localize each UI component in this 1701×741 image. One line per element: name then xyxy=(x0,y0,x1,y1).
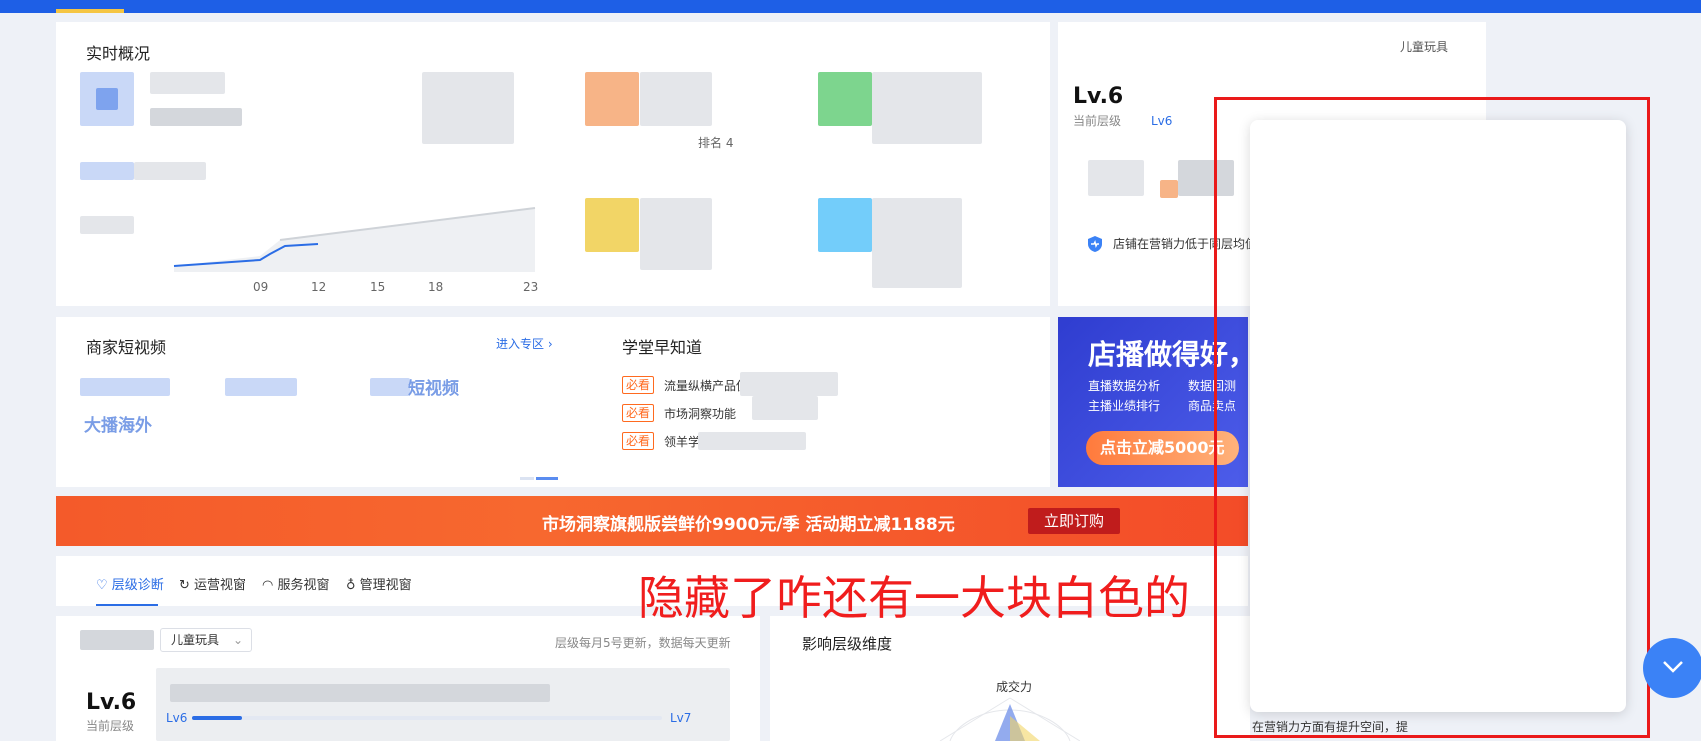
bulb-icon: ♁ xyxy=(346,578,356,593)
tab-service[interactable]: ◠ 服务视窗 xyxy=(262,574,330,593)
level-label: 当前层级 xyxy=(1073,114,1122,128)
update-note: 层级每月5号更新，数据每天更新 xyxy=(555,636,731,650)
school-title: 学堂早知道 xyxy=(622,338,703,357)
level-category: 儿童玩具 xyxy=(1400,40,1449,54)
blurred-metric xyxy=(150,108,242,126)
carousel-dots[interactable] xyxy=(520,465,560,484)
blurred-news xyxy=(752,396,818,420)
tab-label: 运营视窗 xyxy=(194,578,247,593)
blurred-news xyxy=(740,372,838,396)
tab-operations[interactable]: ↻ 运营视窗 xyxy=(179,574,246,593)
banner-text: 市场洞察旗舰版尝鲜价9900元/季 活动期立减1188元 xyxy=(542,515,955,535)
blurred-video-item xyxy=(370,378,410,396)
must-read-tag: 必看 xyxy=(622,376,655,394)
blurred-metric xyxy=(640,198,712,270)
blurred-metric xyxy=(585,72,639,126)
blurred-metric xyxy=(640,72,712,126)
realtime-trend-chart xyxy=(173,207,536,272)
realtime-title: 实时概况 xyxy=(86,44,151,63)
must-read-tag: 必看 xyxy=(622,432,655,450)
diagnosis-level-low: Lv6 xyxy=(166,711,188,725)
rank-label: 排名 4 xyxy=(698,136,734,150)
tab-label: 服务视窗 xyxy=(277,578,330,593)
tab-level-diagnosis[interactable]: ♡ 层级诊断 xyxy=(96,574,164,593)
video-title: 商家短视频 xyxy=(86,338,167,357)
annotation-text: 隐藏了咋还有一大块白色的 xyxy=(638,571,1190,625)
blurred-video-item xyxy=(225,378,297,396)
diagnosis-level-label: 当前层级 xyxy=(86,719,135,733)
top-nav-bar xyxy=(0,0,1701,13)
blurred-metric xyxy=(96,88,118,110)
tab-label: 层级诊断 xyxy=(111,578,164,593)
blurred-news xyxy=(698,432,806,450)
level-progress-bar xyxy=(192,716,662,720)
chart-tick: 12 xyxy=(311,280,327,294)
blurred-metric xyxy=(818,72,872,126)
radar-area-yellow xyxy=(1010,716,1040,741)
chevron-down-icon xyxy=(1662,659,1684,678)
progress-panel xyxy=(156,668,730,741)
order-now-button[interactable]: 立即订购 xyxy=(1028,508,1121,534)
blurred-metric xyxy=(80,162,134,180)
blurred-metric xyxy=(1160,180,1178,198)
refresh-icon: ↻ xyxy=(179,578,190,593)
active-tab-indicator xyxy=(96,604,158,606)
collapse-float-button[interactable] xyxy=(1643,638,1701,698)
level-progress-fill xyxy=(192,716,242,720)
blurred-video-item xyxy=(80,378,170,396)
diagnosis-level-high: Lv7 xyxy=(670,711,692,725)
tab-management[interactable]: ♁ 管理视窗 xyxy=(346,574,412,593)
blurred-metric xyxy=(585,198,639,252)
blurred-metric xyxy=(818,198,872,252)
radar-axis-label: 成交力 xyxy=(996,680,1033,694)
level-low: Lv6 xyxy=(1151,114,1173,128)
enter-zone-link[interactable]: 进入专区 › xyxy=(496,335,553,352)
chart-tick: 09 xyxy=(253,280,269,294)
ad-bullet: 主播业绩排行 xyxy=(1088,399,1161,413)
chart-tick: 18 xyxy=(428,280,444,294)
blurred-metric xyxy=(872,72,982,144)
carousel-dot[interactable] xyxy=(520,477,534,480)
tab-label: 管理视窗 xyxy=(359,578,412,593)
blurred-metric xyxy=(150,72,225,94)
nav-active-indicator xyxy=(56,9,124,13)
chart-tick: 15 xyxy=(370,280,386,294)
category-select[interactable]: 儿童玩具 ⌄ xyxy=(160,628,252,652)
diagnosis-level-value: Lv.6 xyxy=(86,690,137,715)
dimension-title: 影响层级维度 xyxy=(802,635,893,653)
diamond-icon: ♡ xyxy=(96,578,108,593)
blurred-metric xyxy=(1088,160,1144,196)
level-value: Lv.6 xyxy=(1073,84,1124,109)
blurred-metric xyxy=(422,72,514,144)
headset-icon: ◠ xyxy=(262,578,274,593)
blurred-progress-text xyxy=(170,684,550,702)
ad-bullet: 直播数据分析 xyxy=(1088,379,1161,393)
must-read-tag: 必看 xyxy=(622,404,655,422)
blurred-metric xyxy=(80,630,154,650)
promo-banner[interactable]: 市场洞察旗舰版尝鲜价9900元/季 活动期立减1188元 立即订购 xyxy=(56,496,1248,546)
video-item-text[interactable]: 短视频 xyxy=(408,374,459,399)
radar-chart xyxy=(939,697,1081,741)
blank-popup-panel[interactable] xyxy=(1250,120,1626,712)
shield-icon xyxy=(1087,235,1103,253)
chevron-down-icon: ⌄ xyxy=(232,633,243,647)
blurred-metric xyxy=(872,198,962,288)
carousel-dot-active[interactable] xyxy=(536,477,558,480)
blurred-metric xyxy=(134,162,206,180)
video-item-text[interactable]: 大播海外 xyxy=(84,411,152,436)
select-value: 儿童玩具 xyxy=(171,633,220,647)
news-item[interactable]: 市场洞察功能 xyxy=(664,405,736,422)
chart-tick: 23 xyxy=(523,280,539,294)
